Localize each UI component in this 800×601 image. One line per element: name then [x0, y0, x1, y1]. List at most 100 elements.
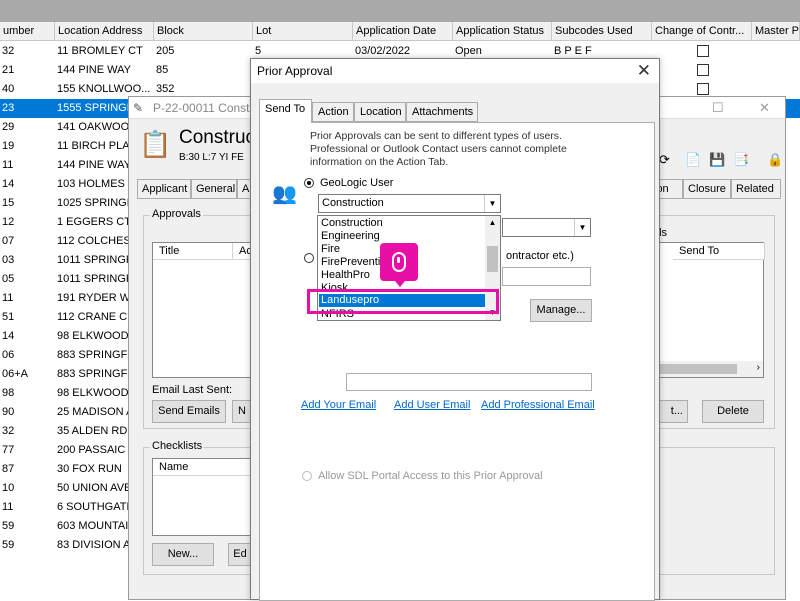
change-contractor-checkbox[interactable] [697, 64, 709, 76]
col-number[interactable]: umber [0, 22, 55, 41]
table-cell: 21 [2, 64, 15, 76]
change-contractor-checkbox[interactable] [697, 45, 709, 57]
other-user-radio[interactable] [304, 253, 314, 263]
user-type-combo[interactable]: Construction ▼ [318, 194, 501, 213]
tab-send-to[interactable]: Send To [259, 99, 312, 123]
geologic-user-radio[interactable] [304, 178, 314, 188]
document-icon[interactable]: 📄 [685, 152, 701, 168]
chevron-down-icon[interactable]: ▼ [484, 195, 500, 212]
copy-icon[interactable]: 📑 [733, 152, 749, 168]
table-cell: 11 [2, 159, 14, 171]
close-icon[interactable]: ✕ [637, 61, 651, 81]
add-professional-email-link[interactable]: Add Professional Email [481, 399, 595, 411]
hscroll-thumb[interactable] [655, 364, 737, 374]
construction-header-sub: B:30 L:7 YI FE [179, 152, 244, 163]
approvals-col-send-to[interactable]: Send To [673, 243, 765, 260]
dropdown-item-fire[interactable]: Fire [319, 243, 340, 256]
change-contractor-checkbox[interactable] [697, 83, 709, 95]
prior-approval-titlebar: Prior Approval ✕ [251, 59, 659, 83]
table-cell: 11 [2, 292, 14, 304]
checklists-label: Checklists [150, 440, 205, 452]
col-application-date[interactable]: Application Date [353, 22, 453, 41]
table-cell: 90 [2, 406, 15, 418]
close-icon[interactable]: ✕ [759, 100, 770, 116]
table-cell: 32 [2, 425, 15, 437]
table-cell: 11 BROMLEY CT [57, 45, 143, 57]
user-type-value: Construction [322, 197, 384, 209]
table-cell: 03 [2, 254, 15, 266]
dropdown-item-healthpro[interactable]: HealthPro [319, 269, 370, 282]
col-master-permit[interactable]: Master Pe [752, 22, 800, 41]
scroll-right-icon[interactable]: › [757, 362, 760, 373]
col-block[interactable]: Block [154, 22, 253, 41]
chevron-down-icon[interactable]: ▼ [574, 219, 590, 236]
delete-button[interactable]: Delete [702, 400, 764, 423]
checklist-col-name[interactable]: Name [153, 459, 253, 476]
prior-approval-title: Prior Approval [257, 64, 333, 78]
refresh-icon[interactable]: ⟳ [659, 152, 670, 168]
approvals-list-right[interactable]: als Send To › [652, 225, 765, 378]
edit-checklist-button[interactable]: Ed [228, 543, 252, 566]
table-cell: 40 [2, 83, 15, 95]
dropdown-item-fireprevention[interactable]: FirePreventio [319, 256, 386, 269]
clipboard-icon: 📋 [139, 129, 172, 159]
restore-icon[interactable]: ☐ [712, 100, 724, 116]
approvals-list-left[interactable]: Title Ac [152, 242, 253, 378]
new-checklist-button[interactable]: New... [152, 543, 214, 566]
add-user-email-link[interactable]: Add User Email [394, 399, 470, 411]
sdl-portal-label: Allow SDL Portal Access to this Prior Ap… [318, 470, 543, 482]
col-location-address[interactable]: Location Address [55, 22, 154, 41]
contractor-text: ontractor etc.) [506, 250, 574, 262]
table-cell: 29 [2, 121, 15, 133]
highlight-box [307, 289, 499, 314]
dropdown-item-engineering[interactable]: Engineering [319, 230, 380, 243]
table-cell: 205 [156, 45, 175, 57]
checklists-list[interactable]: Name [152, 458, 253, 536]
add-your-email-link[interactable]: Add Your Email [301, 399, 376, 411]
table-cell: 98 [2, 387, 15, 399]
lock-icon[interactable]: 🔒 [767, 152, 783, 168]
table-cell: 12 [2, 216, 15, 228]
approvals-col-title[interactable]: Title [153, 243, 233, 260]
construction-header-title: Construc [179, 127, 256, 148]
mouse-icon [392, 252, 406, 272]
user-combo[interactable]: ▼ [502, 218, 591, 237]
table-cell: 06 [2, 349, 15, 361]
save-icon[interactable]: 💾 [709, 152, 725, 168]
manage-button[interactable]: Manage... [530, 299, 592, 322]
dropdown-scroll-thumb[interactable] [487, 246, 498, 272]
table-cell: 59 [2, 520, 15, 532]
table-cell: 59 [2, 539, 15, 551]
tab-closure[interactable]: Closure [683, 179, 731, 199]
scroll-up-icon[interactable]: ▲ [485, 216, 500, 230]
table-cell: 23 [2, 102, 15, 114]
approvals-hscroll[interactable]: › [653, 361, 763, 377]
sdl-portal-radio[interactable] [302, 471, 312, 481]
tab-action[interactable]: Action [312, 102, 354, 122]
tab-related[interactable]: Related [731, 179, 781, 199]
table-cell: 77 [2, 444, 15, 456]
tab-attachments[interactable]: Attachments [406, 102, 478, 122]
send-emails-button[interactable]: Send Emails [152, 400, 226, 423]
n-button[interactable]: N [232, 400, 252, 423]
table-cell: 19 [2, 140, 15, 152]
contractor-field[interactable] [502, 267, 591, 286]
tab-location[interactable]: Location [354, 102, 406, 122]
table-cell: 05 [2, 273, 15, 285]
click-indicator [380, 243, 418, 287]
col-lot[interactable]: Lot [253, 22, 353, 41]
col-application-status[interactable]: Application Status [453, 22, 552, 41]
dropdown-item-construction[interactable]: Construction [319, 217, 383, 230]
tab-general[interactable]: General [191, 179, 237, 199]
col-change-of-contractor[interactable]: Change of Contr... [652, 22, 752, 41]
table-cell: 51 [2, 311, 15, 323]
construction-window-title: P-22-00011 Constr [153, 101, 254, 115]
email-field[interactable] [346, 373, 592, 391]
geologic-user-label: GeoLogic User [320, 177, 394, 189]
table-cell: 32 [2, 45, 15, 57]
tab-applicant[interactable]: Applicant [137, 179, 191, 199]
col-subcodes-used[interactable]: Subcodes Used [552, 22, 652, 41]
approvals-label: Approvals [150, 208, 203, 220]
table-cell: 14 [2, 330, 15, 342]
table-cell: 15 [2, 197, 15, 209]
